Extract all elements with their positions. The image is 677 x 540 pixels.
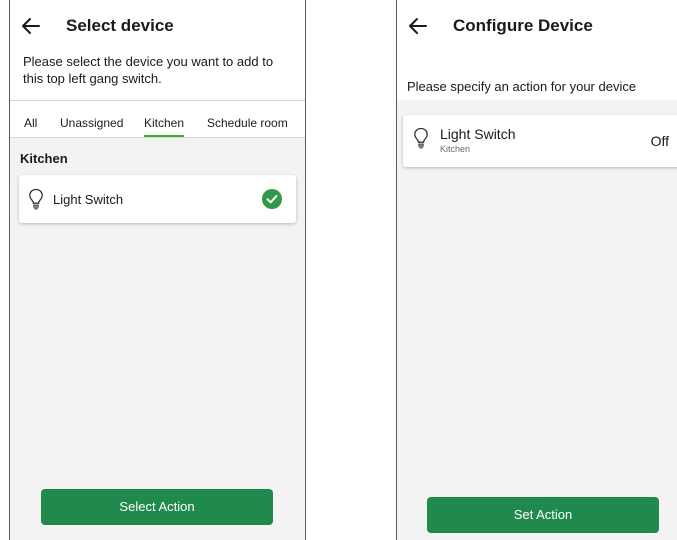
tab-all[interactable]: All xyxy=(24,116,37,130)
tab-kitchen[interactable]: Kitchen xyxy=(144,116,185,137)
room-tabs: All Unassigned Kitchen Schedule room xyxy=(10,100,305,138)
select-action-button[interactable]: Select Action xyxy=(41,489,273,525)
back-arrow-icon[interactable] xyxy=(407,15,429,37)
configure-device-header: Configure Device Please specify an actio… xyxy=(397,0,677,100)
light-bulb-icon xyxy=(414,127,428,149)
select-device-prompt: Please select the device you want to add… xyxy=(23,54,274,86)
page-title: Configure Device xyxy=(453,16,593,35)
select-device-screen: Select device Please select the device y… xyxy=(9,0,306,540)
configure-device-prompt: Please specify an action for your device xyxy=(407,79,637,94)
back-arrow-icon[interactable] xyxy=(20,15,42,37)
section-title-kitchen: Kitchen xyxy=(20,151,68,166)
device-action-item[interactable]: Light Switch Kitchen Off xyxy=(403,115,677,167)
tab-schedule-room[interactable]: Schedule room xyxy=(207,116,288,130)
light-bulb-icon xyxy=(29,188,43,210)
device-name: Light Switch xyxy=(53,192,124,207)
set-action-button[interactable]: Set Action xyxy=(427,497,659,533)
page-title: Select device xyxy=(66,16,174,35)
device-state-value: Off xyxy=(650,133,669,149)
device-list-item[interactable]: Light Switch xyxy=(19,175,296,223)
check-circle-icon xyxy=(262,189,282,209)
configure-device-screen: Configure Device Please specify an actio… xyxy=(396,0,677,540)
device-name: Light Switch xyxy=(440,126,516,142)
device-room: Kitchen xyxy=(440,144,471,154)
select-device-header: Select device Please select the device y… xyxy=(10,0,305,100)
tab-unassigned[interactable]: Unassigned xyxy=(60,116,123,130)
